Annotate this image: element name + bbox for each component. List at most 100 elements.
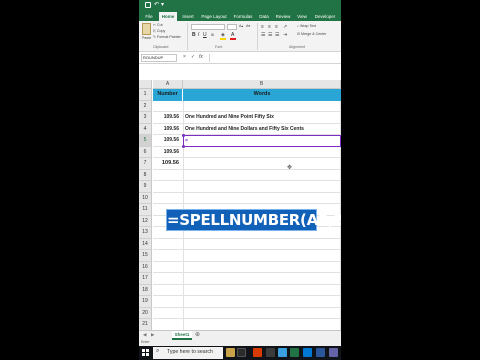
- row-header-6[interactable]: 6: [139, 146, 152, 158]
- paste-label[interactable]: Paste: [142, 36, 151, 40]
- cell-b4[interactable]: One Hundred and Nine Dollars and Fifty S…: [183, 124, 341, 136]
- tab-page-layout[interactable]: Page Layout: [199, 12, 229, 21]
- font-grow-icon[interactable]: A▴: [239, 24, 243, 28]
- row-header-20[interactable]: 20: [139, 307, 152, 319]
- row-header-2[interactable]: 2: [139, 100, 152, 112]
- row-header-21[interactable]: 21: [139, 319, 152, 331]
- cell-a4[interactable]: 109.56: [153, 124, 181, 136]
- taskbar-task-view-icon[interactable]: [237, 348, 246, 357]
- row-header-11[interactable]: 11: [139, 204, 152, 216]
- select-all-corner[interactable]: [139, 80, 152, 89]
- cell-a3[interactable]: 109.56: [153, 112, 181, 124]
- font-color-swatch: [230, 38, 236, 40]
- italic-button[interactable]: I: [198, 32, 199, 38]
- bold-button[interactable]: B: [192, 32, 196, 38]
- wrap-text-label: Wrap Text: [300, 24, 317, 28]
- row-gridline: [153, 260, 341, 262]
- save-icon[interactable]: [145, 2, 151, 8]
- tab-data[interactable]: Data: [257, 12, 271, 21]
- row-header-5[interactable]: 5: [139, 135, 152, 147]
- font-name-select[interactable]: [191, 24, 225, 30]
- row-header-3[interactable]: 3: [139, 112, 152, 124]
- row-header-9[interactable]: 9: [139, 181, 152, 193]
- worksheet-grid[interactable]: A B 123456789101112131415161718192021222…: [139, 66, 341, 360]
- row-header-16[interactable]: 16: [139, 261, 152, 273]
- row-header-14[interactable]: 14: [139, 238, 152, 250]
- cell-a1[interactable]: Number: [153, 89, 183, 101]
- sheet-next-icon[interactable]: ▶: [151, 332, 154, 338]
- column-header-b[interactable]: B: [183, 80, 341, 89]
- taskbar-app-icon-5[interactable]: [329, 348, 338, 357]
- mouse-cursor-icon: ✥: [287, 165, 293, 171]
- borders-icon[interactable]: ⊞: [211, 33, 214, 37]
- align-left-icon[interactable]: ☰: [261, 32, 265, 38]
- cut-button[interactable]: ✂ Cut: [153, 23, 163, 27]
- sheet-tab-sheet1[interactable]: Sheet1: [172, 331, 192, 340]
- cell-a7[interactable]: 109.56: [153, 158, 181, 170]
- row-header-19[interactable]: 19: [139, 296, 152, 308]
- align-top-icon[interactable]: ≡: [261, 24, 264, 30]
- qat-dropdown-icon[interactable]: ▾: [161, 0, 164, 10]
- row-header-4[interactable]: 4: [139, 123, 152, 135]
- wrap-text-button[interactable]: ⤶ Wrap Text: [297, 24, 316, 28]
- tab-developer[interactable]: Developer: [311, 12, 339, 21]
- align-right-icon[interactable]: ☰: [275, 32, 279, 38]
- cell-a6[interactable]: 109.56: [153, 147, 181, 159]
- copy-button[interactable]: ⎘ Copy: [153, 29, 165, 33]
- selection-handle-bottom[interactable]: [182, 145, 185, 148]
- orientation-icon[interactable]: ↗: [283, 24, 287, 30]
- taskbar-excel-icon[interactable]: [290, 348, 299, 357]
- taskbar-search-box[interactable]: ⌕ Type here to search: [153, 347, 223, 359]
- formula-input[interactable]: [209, 54, 339, 62]
- status-mode: Enter: [141, 340, 150, 344]
- format-painter-button[interactable]: ✎ Format Painter: [153, 35, 181, 39]
- tab-review[interactable]: Review: [273, 12, 293, 21]
- row-header-13[interactable]: 13: [139, 227, 152, 239]
- taskbar-app-icon-3[interactable]: [278, 348, 287, 357]
- row-header-18[interactable]: 18: [139, 284, 152, 296]
- align-center-icon[interactable]: ☰: [268, 32, 272, 38]
- align-middle-icon[interactable]: ≡: [268, 24, 271, 30]
- selection-handle-top[interactable]: [182, 134, 185, 137]
- row-header-17[interactable]: 17: [139, 273, 152, 285]
- tab-home[interactable]: Home: [159, 12, 177, 21]
- cell-b1[interactable]: Words: [183, 89, 341, 101]
- windows-start-icon[interactable]: [142, 349, 149, 356]
- add-sheet-icon[interactable]: ⊕: [195, 331, 200, 338]
- taskbar-office-icon[interactable]: [253, 348, 262, 357]
- taskbar-app-icon-4[interactable]: [303, 348, 312, 357]
- font-size-select[interactable]: [227, 24, 237, 30]
- tab-insert[interactable]: Insert: [179, 12, 197, 21]
- column-header-a[interactable]: A: [153, 80, 183, 89]
- taskbar-app-icon-2[interactable]: [266, 348, 275, 357]
- undo-icon[interactable]: ↶: [154, 0, 159, 10]
- tab-formulas[interactable]: Formulas: [231, 12, 255, 21]
- taskbar-app-icon[interactable]: [226, 348, 235, 357]
- enter-icon[interactable]: ✓: [191, 54, 195, 60]
- sheet-prev-icon[interactable]: ◀: [143, 332, 146, 338]
- row-header-10[interactable]: 10: [139, 192, 152, 204]
- tab-view[interactable]: View: [295, 12, 309, 21]
- align-bottom-icon[interactable]: ≡: [275, 24, 278, 30]
- active-cell-b5[interactable]: =: [183, 135, 341, 147]
- row-header-1[interactable]: 1: [139, 89, 152, 101]
- ribbon-separator: [257, 23, 258, 50]
- cell-a5[interactable]: 109.56: [153, 135, 181, 147]
- tab-file[interactable]: File: [142, 12, 156, 21]
- taskbar-word-icon[interactable]: [316, 348, 325, 357]
- merge-center-label: Merge & Center: [301, 32, 327, 36]
- cell-b3[interactable]: One Hundred and Nine Point Fifty Six: [183, 112, 341, 124]
- insert-function-icon[interactable]: fx: [199, 54, 203, 60]
- row-header-8[interactable]: 8: [139, 169, 152, 181]
- row-header-12[interactable]: 12: [139, 215, 152, 227]
- font-shrink-icon[interactable]: A▾: [246, 24, 250, 28]
- formula-overlay: =SPELLNUMBER(A5,2): [166, 209, 341, 231]
- row-header-15[interactable]: 15: [139, 250, 152, 262]
- underline-button[interactable]: U: [203, 32, 207, 38]
- merge-center-button[interactable]: ⊟ Merge & Center: [297, 32, 326, 36]
- paste-icon[interactable]: [142, 23, 151, 35]
- row-header-7[interactable]: 7: [139, 158, 152, 170]
- cancel-icon[interactable]: ×: [183, 54, 186, 60]
- name-box[interactable]: ROUNDUP: [141, 54, 177, 62]
- indent-icon[interactable]: ⇥: [283, 32, 287, 38]
